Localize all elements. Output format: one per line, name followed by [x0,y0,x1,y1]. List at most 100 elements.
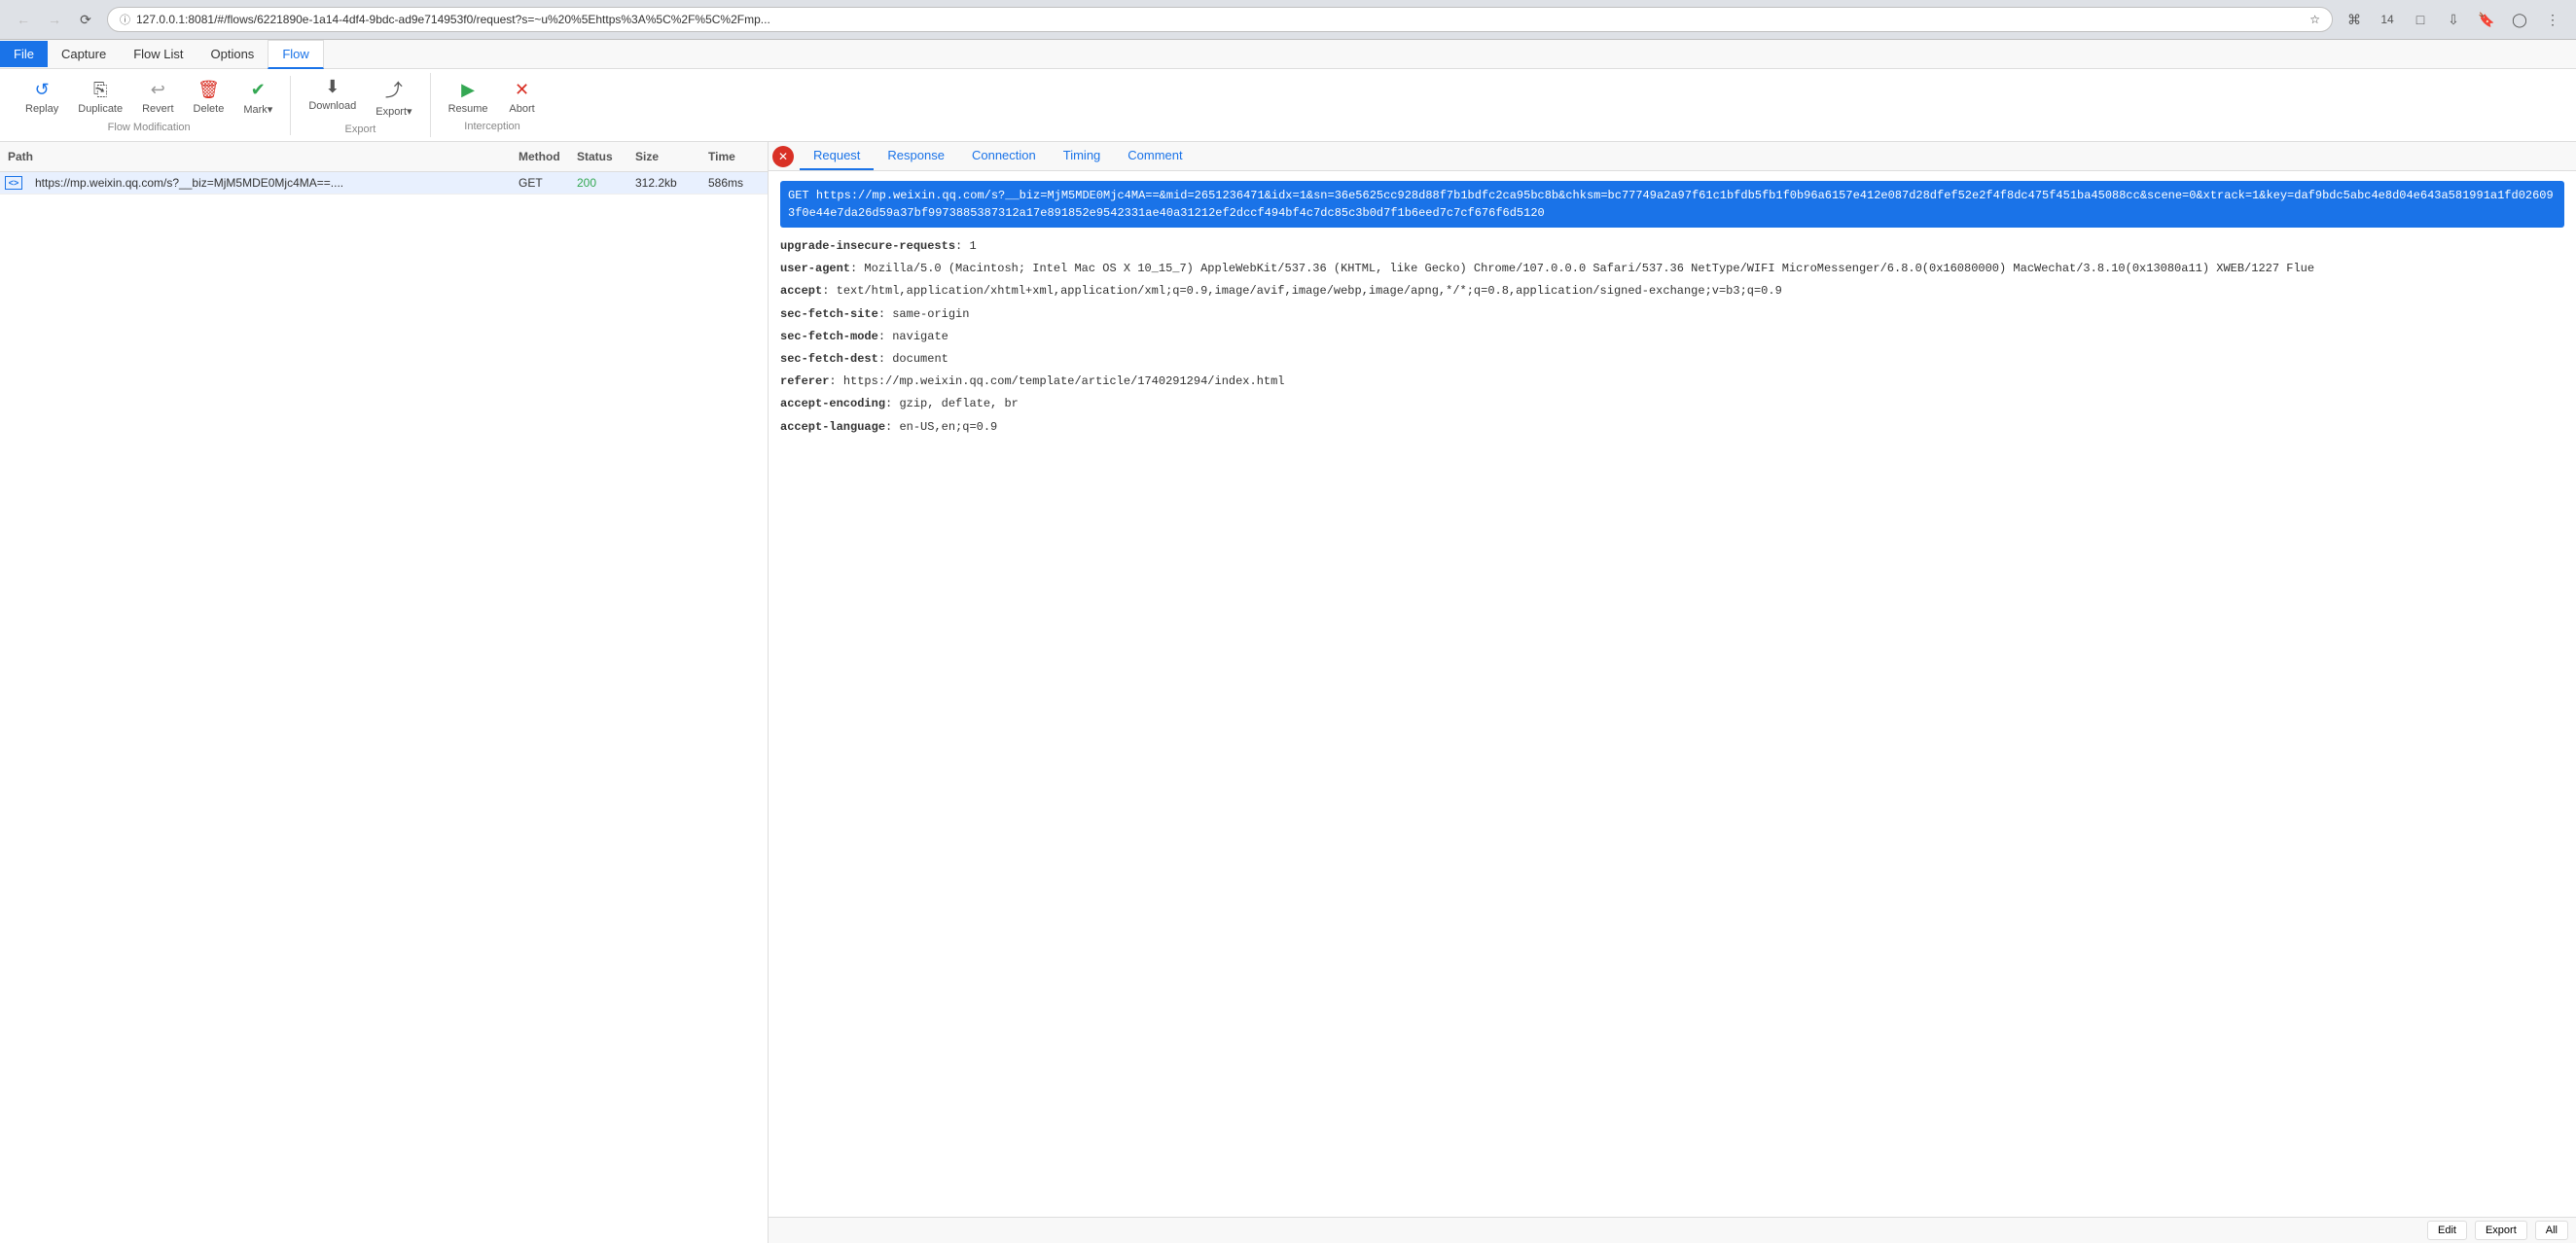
tab-timing[interactable]: Timing [1050,142,1115,170]
download-label: Download [308,100,356,112]
all-button[interactable]: All [2535,1221,2568,1240]
menu-flow-tab[interactable]: Flow [268,40,323,69]
flow-row-method: GET [515,172,573,194]
header-name-accept: accept [780,284,822,298]
toolbar-btns-interception: ▶ Resume ✕ Abort [439,76,547,119]
toolbar-group-flow-modification: ↺ Replay ⎘ Duplicate ↩ Revert 🗑 Delete ✔… [8,76,291,135]
header-sep-sfs: : [878,307,892,321]
col-header-path: Path [0,146,515,167]
bookmark-button[interactable]: 🔖 [2473,6,2500,33]
header-row-sec-fetch-site: sec-fetch-site: same-origin [780,305,2564,324]
star-icon[interactable]: ☆ [2309,13,2320,26]
toolbar: ↺ Replay ⎘ Duplicate ↩ Revert 🗑 Delete ✔… [0,69,2576,142]
url-text: 127.0.0.1:8081/#/flows/6221890e-1a14-4df… [136,13,2304,26]
col-header-method: Method [515,146,573,167]
profile-button[interactable]: ◯ [2506,6,2533,33]
header-sep-sfd: : [878,352,892,366]
header-name-user-agent: user-agent [780,262,850,275]
back-button[interactable]: ← [10,6,37,33]
duplicate-button[interactable]: ⎘ Duplicate [68,76,132,120]
header-row-sec-fetch-mode: sec-fetch-mode: navigate [780,328,2564,346]
header-name-accept-encoding: accept-encoding [780,397,885,410]
menu-button[interactable]: ⋮ [2539,6,2566,33]
delete-icon: 🗑 [197,80,220,100]
toolbar-group-interception: ▶ Resume ✕ Abort Interception [431,76,555,134]
badge-count: 14 [2380,13,2393,26]
request-content[interactable]: GET https://mp.weixin.qq.com/s?__biz=MjM… [769,171,2576,1217]
main-content: Path Method Status Size Time <> https://… [0,142,2576,1243]
header-name-accept-language: accept-language [780,420,885,434]
header-value-referer: https://mp.weixin.qq.com/template/articl… [843,374,1285,388]
menu-file[interactable]: File [0,41,48,67]
abort-button[interactable]: ✕ Abort [498,76,547,119]
flow-row-path: https://mp.weixin.qq.com/s?__biz=MjM5MDE… [27,172,515,194]
badge-button[interactable]: 14 [2374,6,2401,33]
reload-button[interactable]: ⟳ [72,6,99,33]
table-row[interactable]: <> https://mp.weixin.qq.com/s?__biz=MjM5… [0,172,768,195]
col-header-size: Size [631,146,704,167]
flow-row-time: 586ms [704,172,768,194]
delete-label: Delete [194,103,225,115]
forward-button[interactable]: → [41,6,68,33]
replay-icon: ↺ [35,80,50,100]
flow-row-status: 200 [573,172,631,194]
tab-connection[interactable]: Connection [958,142,1050,170]
duplicate-icon: ⎘ [93,80,107,100]
tab-comment[interactable]: Comment [1114,142,1196,170]
tab-request[interactable]: Request [800,142,874,170]
header-name-sec-fetch-dest: sec-fetch-dest [780,352,878,366]
resume-button[interactable]: ▶ Resume [439,76,498,119]
menu-flow-list[interactable]: Flow List [120,41,197,67]
revert-button[interactable]: ↩ Revert [132,76,183,120]
download-icon: ⬇ [325,77,340,97]
flow-row-icon: <> [0,172,27,194]
revert-icon: ↩ [151,80,165,100]
download-action-button[interactable]: ⇩ [2440,6,2467,33]
toolbar-btns-export: ⬇ Download ⤴ Export▾ [299,73,421,122]
header-row-upgrade: upgrade-insecure-requests: 1 [780,237,2564,256]
header-sep-ua: : [850,262,864,275]
replay-button[interactable]: ↺ Replay [16,76,68,120]
browser-chrome: ← → ⟳ ⓘ 127.0.0.1:8081/#/flows/6221890e-… [0,0,2576,40]
header-name-sec-fetch-mode: sec-fetch-mode [780,330,878,343]
toolbar-group-export: ⬇ Download ⤴ Export▾ Export [291,73,430,137]
menu-bar: File Capture Flow List Options Flow [0,40,2576,69]
browser-actions: ⌘ 14 □ ⇩ 🔖 ◯ ⋮ [2341,6,2566,33]
bottom-bar: Edit Export All [769,1217,2576,1243]
mark-button[interactable]: ✔ Mark▾ [233,76,282,120]
address-bar[interactable]: ⓘ 127.0.0.1:8081/#/flows/6221890e-1a14-4… [107,7,2333,32]
export-button[interactable]: ⤴ Export▾ [366,73,421,122]
header-row-referer: referer: https://mp.weixin.qq.com/templa… [780,373,2564,391]
header-row-accept-language: accept-language: en-US,en;q=0.9 [780,418,2564,437]
tab-response[interactable]: Response [874,142,958,170]
header-value-upgrade: 1 [969,239,976,253]
flow-modification-label: Flow Modification [16,120,282,135]
header-value-accept-encoding: gzip, deflate, br [899,397,1018,410]
flow-row-size: 312.2kb [631,172,704,194]
menu-capture[interactable]: Capture [48,41,120,67]
export-detail-button[interactable]: Export [2475,1221,2527,1240]
header-row-user-agent: user-agent: Mozilla/5.0 (Macintosh; Inte… [780,260,2564,278]
edit-button[interactable]: Edit [2427,1221,2467,1240]
header-value-sec-fetch-site: same-origin [892,307,969,321]
header-value-user-agent: Mozilla/5.0 (Macintosh; Intel Mac OS X 1… [864,262,2314,275]
menu-options[interactable]: Options [197,41,268,67]
shortcuts-button[interactable]: ⌘ [2341,6,2368,33]
abort-icon: ✕ [515,80,529,100]
request-line: GET https://mp.weixin.qq.com/s?__biz=MjM… [780,181,2564,228]
col-header-status: Status [573,146,631,167]
header-name-upgrade: upgrade-insecure-requests [780,239,955,253]
close-details-button[interactable]: ✕ [772,146,794,167]
col-header-time: Time [704,146,768,167]
extensions-button[interactable]: □ [2407,6,2434,33]
download-button[interactable]: ⬇ Download [299,73,366,122]
header-sep-sfm: : [878,330,892,343]
delete-button[interactable]: 🗑 Delete [184,76,234,120]
header-sep-al: : [885,420,899,434]
header-value-accept-language: en-US,en;q=0.9 [899,420,997,434]
header-row-accept: accept: text/html,application/xhtml+xml,… [780,282,2564,301]
header-value-sec-fetch-mode: navigate [892,330,948,343]
header-sep-accept: : [822,284,836,298]
header-sep-ref: : [829,374,842,388]
interception-label: Interception [439,119,547,134]
